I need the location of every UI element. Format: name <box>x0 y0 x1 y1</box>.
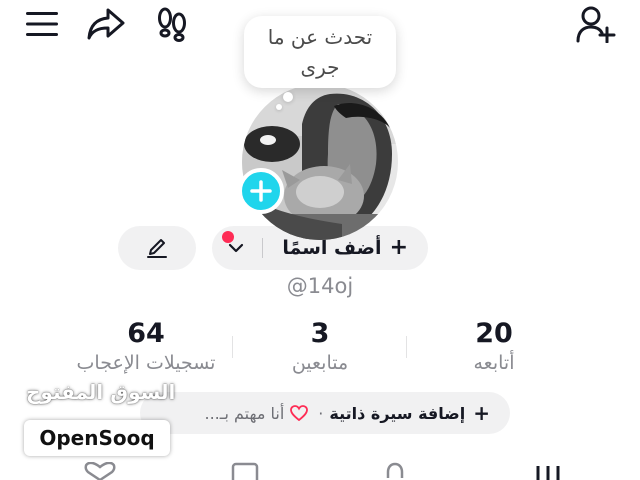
note-text: تحدث عن ما جرى <box>267 25 373 79</box>
following-count: 20 <box>475 318 513 349</box>
hamburger-menu-icon <box>26 12 58 36</box>
footprints-icon <box>158 7 186 42</box>
chevron-down-icon <box>228 243 244 253</box>
avatar-photo <box>242 84 398 240</box>
following-stat[interactable]: 20 أتابعه <box>404 318 584 376</box>
divider <box>262 238 263 258</box>
edit-profile-button[interactable] <box>118 226 196 270</box>
followers-label: متابعين <box>291 352 349 374</box>
bubble-tail <box>276 104 282 110</box>
bubble-tail <box>283 92 293 102</box>
add-bio-text: إضافة سيرة ذاتية <box>329 403 466 423</box>
add-friend-button[interactable] <box>572 2 620 46</box>
likes-stat[interactable]: 64 تسجيلات الإعجاب <box>56 318 236 376</box>
likes-count: 64 <box>127 318 165 349</box>
heart-icon <box>290 405 309 421</box>
likes-label: تسجيلات الإعجاب <box>76 352 216 374</box>
interests-text: أنا مهتم بـ... <box>204 403 285 423</box>
share-arrow-icon <box>87 8 125 40</box>
username: @14oj <box>286 274 354 298</box>
following-label: أتابعه <box>473 352 515 374</box>
avatar[interactable] <box>242 84 398 240</box>
add-name-plus: + <box>389 235 408 260</box>
watermark-logo: OpenSooq <box>24 420 170 456</box>
private-tab-lock-icon[interactable] <box>380 462 410 480</box>
pencil-icon <box>147 239 167 258</box>
menu-button[interactable] <box>22 6 62 42</box>
note-bubble[interactable]: تحدث عن ما جرى <box>244 16 396 88</box>
add-name-label: أضف اسمًا <box>282 236 382 259</box>
profile-views-button[interactable] <box>150 4 194 44</box>
add-bio-button[interactable]: أنا مهتم بـ... · إضافة سيرة ذاتية + <box>140 392 510 434</box>
separator-dot: · <box>318 403 324 423</box>
videos-tab-grid-icon[interactable] <box>534 462 564 480</box>
add-bio-plus: + <box>473 401 490 425</box>
liked-tab-heart-icon[interactable] <box>84 462 116 480</box>
add-user-icon <box>576 6 616 43</box>
followers-stat[interactable]: 3 متابعين <box>230 318 410 376</box>
followers-count: 3 <box>310 318 330 349</box>
share-button[interactable] <box>84 4 128 44</box>
watermark-text: السوق المفتوح <box>26 380 176 404</box>
saved-tab-bookmark-icon[interactable] <box>230 462 260 480</box>
add-photo-button[interactable] <box>238 168 284 214</box>
plus-icon <box>250 180 272 202</box>
